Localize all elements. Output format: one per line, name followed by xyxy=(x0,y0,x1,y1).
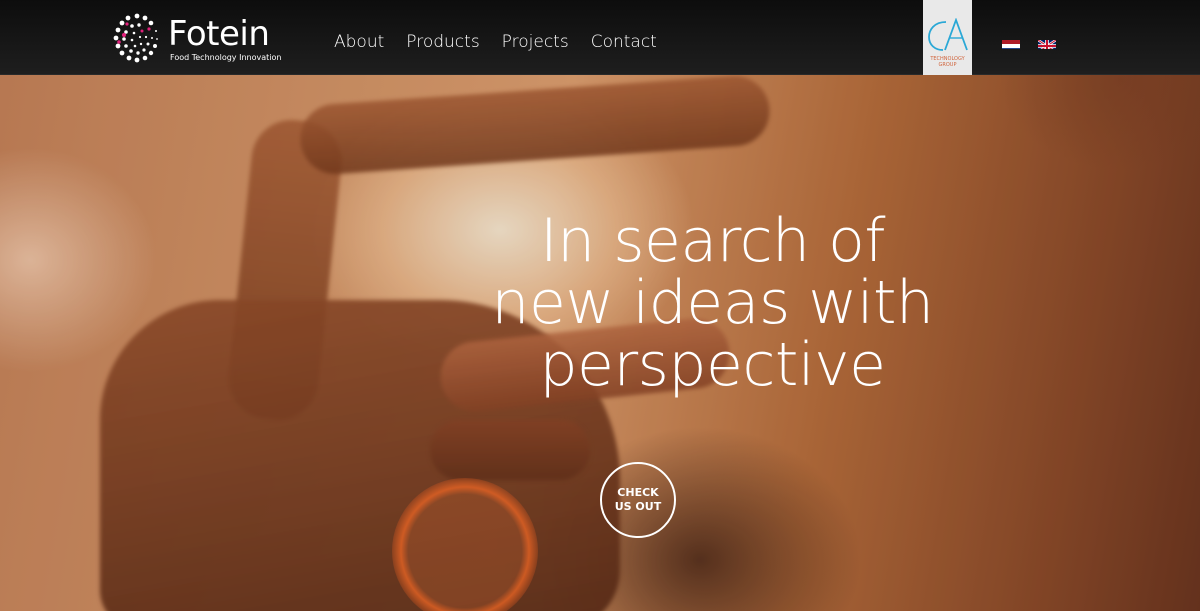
fotein-logo-icon xyxy=(113,13,158,63)
ca-technology-group-logo-link[interactable]: TECHNOLOGY GROUP xyxy=(923,0,972,75)
brand-tagline: Food Technology Innovation xyxy=(170,53,282,62)
fotein-logo-link[interactable]: Fotein Food Technology Innovation xyxy=(112,10,282,66)
main-nav: About Products Projects Contact xyxy=(334,30,679,54)
hero-headline: In search of new ideas with perspective xyxy=(460,210,965,396)
netherlands-flag-icon[interactable] xyxy=(1002,37,1020,49)
hero-headline-line: perspective xyxy=(539,330,886,400)
hero-headline-line: In search of xyxy=(539,206,886,276)
nav-item-products[interactable]: Products xyxy=(406,30,479,54)
ca-technology-group-logo-icon xyxy=(928,18,968,51)
hero-headline-line: new ideas with xyxy=(491,268,934,338)
cta-label-line: US OUT xyxy=(614,500,662,513)
nav-item-about[interactable]: About xyxy=(334,30,384,54)
check-us-out-button[interactable]: CHECK US OUT xyxy=(600,462,676,538)
partner-label: TECHNOLOGY GROUP xyxy=(930,56,965,68)
uk-flag-icon[interactable] xyxy=(1038,37,1056,49)
site-header: Fotein Food Technology Innovation About … xyxy=(0,0,1200,75)
nav-item-projects[interactable]: Projects xyxy=(502,30,569,54)
brand-name: Fotein xyxy=(168,14,270,54)
cta-label-line: CHECK xyxy=(617,486,659,499)
nav-item-contact[interactable]: Contact xyxy=(591,30,657,54)
